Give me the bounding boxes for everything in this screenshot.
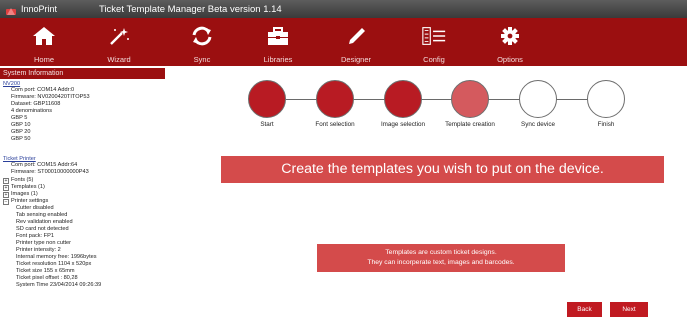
instruction-banner: Create the templates you wish to put on … [221,156,664,183]
step-label-sync-device: Sync device [521,121,555,128]
pen-icon [343,25,369,47]
nv200-line: GBP 50 [11,136,31,142]
back-button[interactable]: Back [567,302,602,317]
printer-setting: Font pack: FP1 [16,233,54,239]
tree-label: Images (1) [11,191,38,197]
toolbar-options-label: Options [497,55,523,64]
step-circle-sync-device [519,80,557,118]
step-circle-image-selection [384,80,422,118]
step-label-font-selection: Font selection [315,121,355,128]
step-label-template-creation: Template creation [445,121,495,128]
info-line: They can incorperate text, images and ba… [367,259,515,266]
next-button[interactable]: Next [610,302,648,317]
step-connector [555,99,591,100]
printer-line: Firmware: ST00010000000P43 [11,169,89,175]
printer-setting: Printer intensity: 2 [16,247,61,253]
step-label-image-selection: Image selection [380,121,426,128]
nv200-line: GBP 10 [11,122,31,128]
step-circle-template-creation [451,80,489,118]
tree-node-fonts[interactable]: + Fonts (5) [3,177,33,184]
toolbar-home-label: Home [33,55,54,64]
nv200-line: GBP 20 [11,129,31,135]
step-label-start: Start [260,121,274,128]
innoprint-logo-icon [5,4,17,15]
printer-setting: SD card not detected [16,226,69,232]
printer-setting: Ticket pixel offset : 80,28 [16,275,78,281]
toolbar-designer-label: Designer [340,55,371,64]
window-title: Ticket Template Manager Beta version 1.1… [99,3,282,15]
toolbar-config-label: Config [423,55,445,64]
config-list-icon [421,25,447,47]
step-circle-finish [587,80,625,118]
briefcase-icon [265,25,291,47]
collapse-icon[interactable]: − [3,199,9,205]
step-circle-start [248,80,286,118]
nv200-line: Dataset: GBP11608 [11,101,61,107]
printer-setting: System Time 23/04/2014 09:26:39 [16,282,102,288]
tree-label: Fonts (5) [11,177,34,183]
toolbar-libraries-label: Libraries [263,55,293,64]
nv200-line: 4 denominations [11,108,53,114]
info-box: Templates are custom ticket designs. The… [317,244,565,272]
toolbar-designer-button[interactable]: Designer [334,18,378,66]
info-line: Templates are custom ticket designs. [385,249,497,256]
printer-setting: Rev validation enabled [16,219,73,225]
tree-node-printer-settings[interactable]: − Printer settings [3,198,48,205]
gear-icon [497,25,523,47]
main-toolbar: Home Wizard Sync Libraries Designer Conf… [0,18,687,66]
step-circle-font-selection [316,80,354,118]
title-bar: InnoPrint Ticket Template Manager Beta v… [0,0,687,18]
toolbar-wizard-label: Wizard [107,55,131,64]
printer-line: Com port: COM15 Addr:64 [11,162,78,168]
nv200-line: Firmware: NV0200420TITOP53 [11,94,90,100]
printer-setting: Ticket size 155 x 65mm [16,268,75,274]
toolbar-options-button[interactable]: Options [488,18,532,66]
toolbar-libraries-button[interactable]: Libraries [256,18,300,66]
tree-node-templates[interactable]: + Templates (1) [3,184,45,191]
toolbar-sync-label: Sync [193,55,211,64]
system-info-header: System Information [0,68,165,79]
toolbar-home-button[interactable]: Home [22,18,66,66]
step-label-finish: Finish [597,121,615,128]
toolbar-wizard-button[interactable]: Wizard [97,18,141,66]
sync-icon [189,25,215,47]
home-icon [31,25,57,47]
system-info-sidebar: System Information NV200 Com port: COM14… [0,66,165,318]
tree-label: Printer settings [11,198,49,204]
printer-setting: Printer type non cutter [16,240,72,246]
printer-setting: Ticket resolution 1104 x 520px [16,261,92,267]
printer-setting: Internal memory free: 1996bytes [16,254,97,260]
nv200-line: GBP 5 [11,115,28,121]
printer-setting: Cutter disabled [16,205,54,211]
toolbar-config-button[interactable]: Config [412,18,456,66]
tree-label: Templates (1) [11,184,45,190]
tree-node-images[interactable]: + Images (1) [3,191,38,198]
toolbar-sync-button[interactable]: Sync [180,18,224,66]
wand-icon [106,25,132,47]
nv200-line: Com port: COM14 Addr:0 [11,87,75,93]
printer-setting: Tab sensing enabled [16,212,68,218]
app-name: InnoPrint [21,4,58,14]
